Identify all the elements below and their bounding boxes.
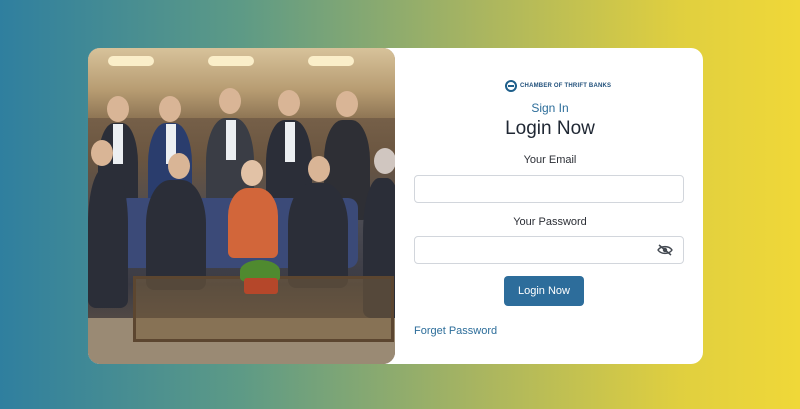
email-label: Your Email: [523, 154, 577, 166]
forget-password-link[interactable]: Forget Password: [414, 325, 497, 337]
sign-in-subheading: Sign In: [531, 101, 569, 115]
password-field[interactable]: [414, 236, 684, 264]
email-field[interactable]: [414, 175, 684, 203]
login-button[interactable]: Login Now: [504, 276, 584, 306]
eye-slash-icon[interactable]: [657, 244, 673, 256]
page-title: Login Now: [505, 118, 595, 139]
login-card: [88, 48, 703, 364]
password-label: Your Password: [513, 216, 587, 228]
brand-logo: CHAMBER OF THRIFT BANKS: [505, 80, 611, 92]
login-form-panel: [395, 48, 703, 364]
logo-text: CHAMBER OF THRIFT BANKS: [520, 83, 612, 89]
group-photo: [88, 48, 395, 364]
logo-emblem-icon: [505, 80, 517, 92]
